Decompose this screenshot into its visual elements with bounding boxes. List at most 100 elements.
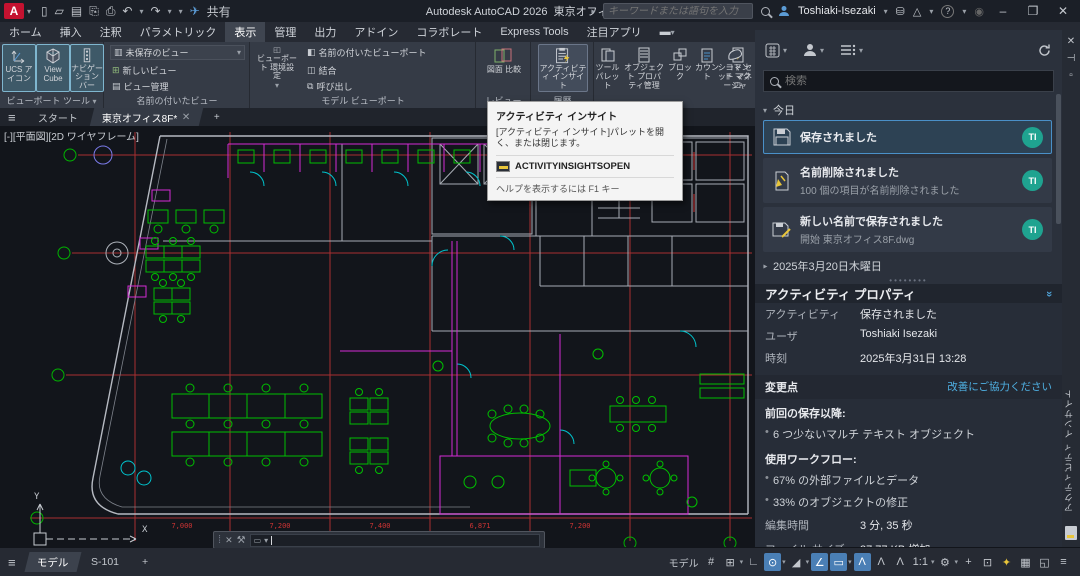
palette-properties-icon[interactable]: ▫ (1062, 70, 1080, 81)
redo-icon[interactable]: ↷ (151, 4, 161, 18)
group-today[interactable]: ▾今日 (763, 100, 1052, 120)
collapse-chevrons-icon[interactable]: » (1043, 290, 1055, 296)
undo-icon[interactable]: ↶ (122, 4, 132, 18)
list-item-purged[interactable]: 名前削除されました 100 個の項目が名前削除されました TI (763, 158, 1052, 203)
open-file-icon[interactable]: ▱ (55, 4, 64, 18)
app-menu-caret-icon[interactable]: ▾ (27, 7, 31, 16)
tab-current-drawing[interactable]: 東京オフィス8F* ✕ (89, 108, 202, 126)
tab-featured-apps[interactable]: 注目アプリ (578, 22, 651, 42)
view-dropdown[interactable]: ▥ 未保存のビュー ▾ (110, 45, 245, 60)
save-icon[interactable]: ▤ (71, 4, 82, 18)
date-filter-button[interactable]: ▾ (765, 43, 787, 58)
file-tab-menu-icon[interactable]: ≡ (0, 108, 24, 126)
command-line-handle[interactable]: ⁞ (218, 534, 221, 546)
list-item-saved-as[interactable]: 新しい名前で保存されました 開始 東京オフィス8F.dwg TI (763, 207, 1052, 252)
command-line-close-icon[interactable]: ✕ (225, 535, 233, 546)
tab-home[interactable]: ホーム (0, 22, 51, 42)
view-manager-button[interactable]: ▤ビュー管理 (112, 79, 169, 94)
tab-express-tools[interactable]: Express Tools (491, 22, 577, 42)
drawing-compare-button[interactable]: 図面 比較 (484, 44, 524, 92)
event-filter-button[interactable]: ▾ (840, 44, 863, 56)
hardware-acceleration-icon[interactable]: ✦ (998, 553, 1015, 571)
command-line[interactable]: ⁞ ✕ ⚒ ▭ ▾ (213, 531, 545, 549)
layout-tab-s101[interactable]: S-101 (79, 552, 132, 572)
activity-properties-header[interactable]: アクティビティ プロパティ » (755, 284, 1062, 303)
group-label-viewport-tools[interactable]: ビューポート ツール ▾ (0, 94, 103, 107)
palette-scrollbar[interactable] (1056, 94, 1061, 224)
help-caret-icon[interactable]: ▾ (962, 7, 966, 16)
layout-tab-model[interactable]: モデル (24, 552, 80, 572)
annotation-monitor-icon[interactable]: + (960, 553, 977, 571)
close-drawing-icon[interactable]: ✕ (182, 112, 190, 123)
new-drawing-tab-button[interactable]: + (202, 108, 232, 126)
share-label[interactable]: 共有 (207, 3, 231, 20)
tab-output[interactable]: 出力 (305, 22, 345, 42)
model-space-label[interactable]: モデル (667, 553, 701, 571)
tab-parametric[interactable]: パラメトリック (131, 22, 226, 42)
polar-caret-icon[interactable]: ▾ (782, 558, 786, 566)
fullscreen-icon[interactable]: ◱ (1036, 553, 1053, 571)
feedback-link[interactable]: 改善にご協力ください (947, 379, 1052, 395)
plot-icon[interactable]: ⎙ (106, 4, 116, 19)
palette-vertical-title[interactable]: アクティビティ インサイト (1062, 380, 1080, 520)
osnap-caret-icon[interactable]: ▾ (848, 558, 852, 566)
palette-autohide-icon[interactable]: ⊣ (1062, 53, 1080, 64)
user-menu-caret-icon[interactable]: ▾ (884, 7, 888, 16)
activity-insights-button[interactable]: アクティビティ インサイト (538, 44, 588, 92)
snap-toggle-icon[interactable]: ⊞ (722, 553, 739, 571)
restore-button[interactable]: ❐ (1022, 4, 1044, 18)
object-snap-toggle-icon[interactable]: ▭ (830, 553, 847, 571)
isometric-caret-icon[interactable]: ▾ (806, 558, 810, 566)
workspace-caret-icon[interactable]: ▾ (954, 558, 958, 566)
named-viewports-button[interactable]: ◧名前の付いたビューポート (307, 45, 427, 60)
blocks-palette-button[interactable]: ブロック (667, 44, 693, 92)
layout-menu-icon[interactable]: ≡ (0, 555, 24, 570)
command-input[interactable]: ▭ ▾ (250, 534, 540, 547)
group-label-named-views[interactable]: 名前の付いたビュー (105, 94, 249, 107)
scale-value[interactable]: 1:1 (911, 553, 930, 571)
navigation-bar-button[interactable]: ナビゲーション バー (70, 44, 104, 92)
search-icon[interactable] (761, 7, 770, 16)
tool-palettes-button[interactable]: ツール パレット (594, 44, 621, 92)
join-viewports-button[interactable]: ◫結合 (307, 63, 337, 78)
list-item-saved[interactable]: 保存されました TI (763, 120, 1052, 154)
autocad-logo-icon[interactable]: A (4, 3, 24, 19)
share-icon[interactable]: ✈ (190, 4, 200, 18)
clean-screen-icon[interactable]: ▦ (1017, 553, 1034, 571)
new-layout-button[interactable]: + (130, 552, 161, 572)
grid-toggle-icon[interactable]: # (703, 553, 720, 571)
scale-caret-icon[interactable]: ▾ (931, 558, 935, 566)
command-line-customize-icon[interactable]: ⚒ (237, 535, 246, 546)
sheet-set-manager-button[interactable]: シート セット マネージャ (715, 44, 755, 92)
tab-insert[interactable]: 挿入 (51, 22, 91, 42)
global-search-input[interactable] (603, 3, 753, 19)
qat-customize-caret-icon[interactable]: ▾ (179, 7, 183, 16)
ucs-icon-button[interactable]: UCS アイコン (2, 44, 36, 92)
osnap-tracking-toggle-icon[interactable]: ∠ (811, 553, 828, 571)
workspace-gear-icon[interactable]: ⚙ (936, 553, 953, 571)
isolate-objects-icon[interactable]: ⊡ (979, 553, 996, 571)
restore-viewports-button[interactable]: ⧉呼び出し (307, 79, 352, 94)
palette-search-box[interactable] (763, 70, 1054, 92)
close-button[interactable]: ✕ (1052, 4, 1074, 18)
help-icon[interactable]: ? (941, 5, 954, 18)
palette-search-input[interactable] (785, 75, 1047, 87)
tab-collaborate[interactable]: コラボレート (407, 22, 491, 42)
refresh-button[interactable] (1037, 43, 1052, 58)
user-filter-button[interactable]: ▾ (803, 43, 824, 57)
annotation-scale-icon[interactable]: Λ (892, 553, 909, 571)
minimize-button[interactable]: – (992, 4, 1014, 18)
viewport-config-button[interactable]: ビューポート 環境設定▾ (255, 44, 299, 92)
undo-caret-icon[interactable]: ▾ (139, 7, 143, 16)
isometric-toggle-icon[interactable]: ◢ (788, 553, 805, 571)
tab-view[interactable]: 表示 (225, 22, 265, 42)
redo-caret-icon[interactable]: ▾ (168, 7, 172, 16)
group-older-date[interactable]: ▾ 2025年3月20日木曜日 (763, 256, 1052, 276)
notification-icon[interactable]: ◉ (974, 5, 984, 18)
palette-splitter[interactable]: •••••••• (755, 276, 1062, 284)
app-store-cart-icon[interactable]: ⛁ (896, 5, 905, 18)
ribbon-collapse-icon[interactable]: ▬▾ (651, 22, 684, 42)
new-file-icon[interactable]: ▯ (41, 4, 48, 18)
snap-caret-icon[interactable]: ▾ (740, 558, 744, 566)
ortho-toggle-icon[interactable]: ∟ (745, 553, 762, 571)
